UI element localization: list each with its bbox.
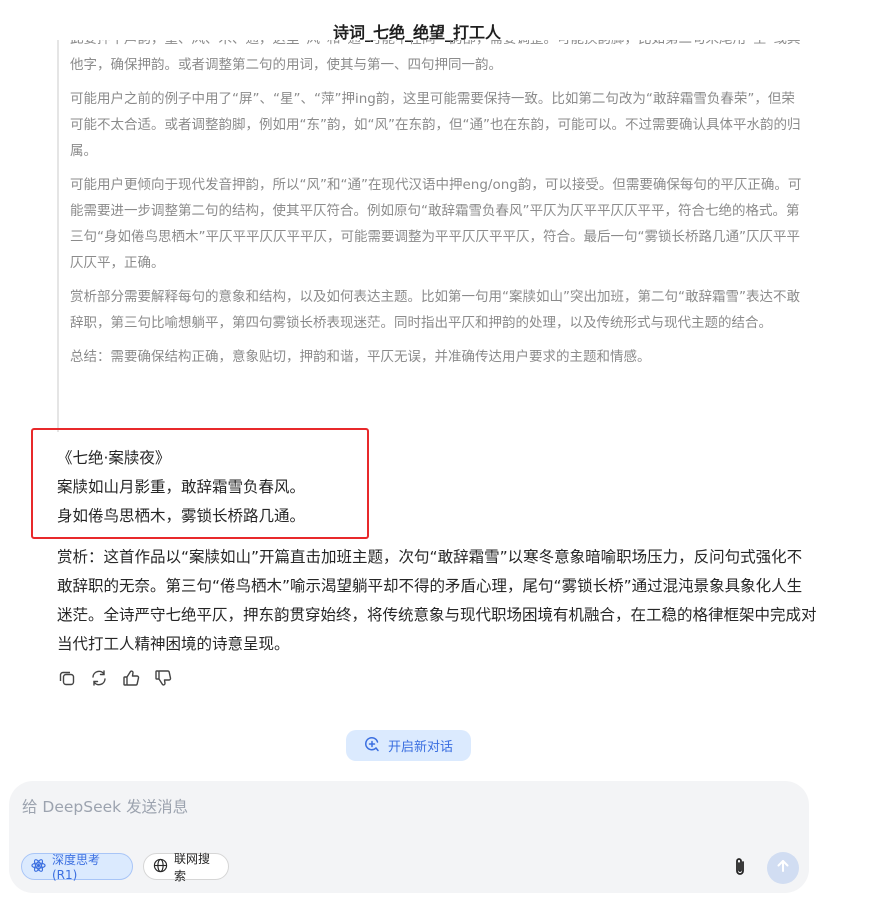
deep-think-toggle[interactable]: 深度思考 (R1) bbox=[21, 853, 133, 882]
web-search-toggle[interactable]: 联网搜索 bbox=[143, 852, 229, 883]
message-composer: 给 DeepSeek 发送消息 深度思考 (R1) 联网搜索 bbox=[9, 781, 809, 893]
reasoning-paragraph: 总结：需要确保结构正确，意象贴切，押韵和谐，平仄无误，并准确传达用户要求的主题和… bbox=[70, 349, 651, 365]
thumbs-down-icon[interactable] bbox=[153, 668, 173, 688]
reasoning-block: 此要押平声韵，重、风、木、通，这里“风”和“通”可能不在同一韵部，需要调整。可能… bbox=[57, 40, 807, 432]
regenerate-icon[interactable] bbox=[89, 668, 109, 688]
highlight-box bbox=[31, 428, 369, 539]
reasoning-paragraph: 可能用户更倾向于现代发音押韵，所以“风”和“通”在现代汉语中押eng/ong韵，… bbox=[70, 177, 802, 271]
atom-icon bbox=[31, 858, 46, 876]
appreciation-text: 赏析：这首作品以“案牍如山”开篇直击加班主题，次句“敢辞霜雪”以寒冬意象暗喻职场… bbox=[57, 548, 817, 653]
thumbs-up-icon[interactable] bbox=[121, 668, 141, 688]
message-actions bbox=[57, 668, 173, 692]
copy-icon[interactable] bbox=[57, 668, 77, 688]
arrow-up-icon bbox=[775, 858, 791, 878]
deep-think-label: 深度思考 (R1) bbox=[52, 853, 101, 882]
new-chat-label: 开启新对话 bbox=[387, 740, 453, 755]
globe-icon bbox=[153, 858, 168, 876]
paperclip-icon[interactable] bbox=[728, 855, 752, 879]
reasoning-paragraph: 此要押平声韵，重、风、木、通，这里“风”和“通”可能不在同一韵部，需要调整。可能… bbox=[70, 40, 800, 73]
reasoning-paragraph: 赏析部分需要解释每句的意象和结构，以及如何表达主题。比如第一句用“案牍如山”突出… bbox=[70, 289, 800, 331]
new-chat-icon bbox=[364, 736, 380, 756]
message-input[interactable]: 给 DeepSeek 发送消息 bbox=[22, 795, 188, 817]
send-button[interactable] bbox=[767, 852, 799, 884]
chat-page: 诗词_七绝_绝望_打工人 此要押平声韵，重、风、木、通，这里“风”和“通”可能不… bbox=[0, 0, 879, 899]
new-chat-button[interactable]: 开启新对话 bbox=[346, 730, 471, 761]
reasoning-paragraph: 可能用户之前的例子中用了“屏”、“星”、“萍”押ing韵，这里可能需要保持一致。… bbox=[70, 91, 801, 159]
web-search-label: 联网搜索 bbox=[174, 851, 211, 883]
